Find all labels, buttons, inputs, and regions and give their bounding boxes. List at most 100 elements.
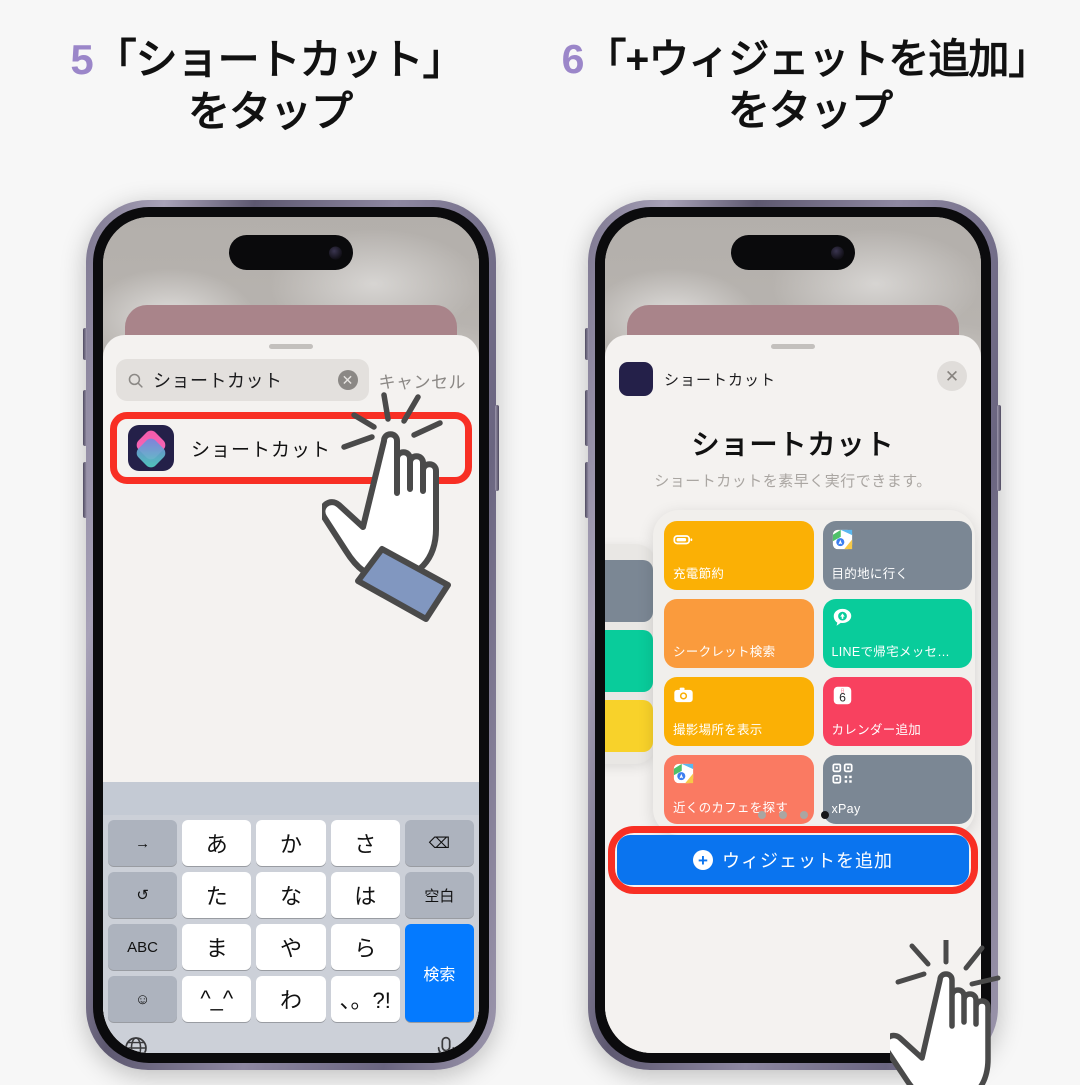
cancel-button[interactable]: キャンセル	[379, 368, 467, 393]
search-sheet: ショートカット ✕ キャンセル ショートカット → ↺ ABC ☺ あ た ま …	[103, 335, 479, 1053]
globe-icon[interactable]	[123, 1035, 149, 1053]
silent-switch-right[interactable]	[585, 328, 589, 360]
volume-up-button[interactable]	[83, 390, 87, 446]
search-result-label: ショートカット	[191, 439, 332, 461]
search-icon	[128, 373, 143, 388]
key-ka[interactable]: か	[256, 820, 326, 866]
widget-tile[interactable]: シークレット検索	[664, 599, 814, 668]
page-dot-active[interactable]	[820, 811, 829, 819]
key-emoji[interactable]: ☺	[108, 976, 178, 1022]
phone-mockup-right: ショートカット ✕ ショートカット ショートカットを素早く実行できます。 充電節…	[585, 200, 1001, 1070]
page-dot[interactable]	[757, 811, 766, 819]
page-indicator	[605, 811, 981, 819]
shortcuts-app-icon-small	[619, 362, 653, 396]
search-input-value: ショートカット	[153, 371, 283, 391]
key-delete[interactable]: ⌫	[404, 820, 475, 866]
widget-tile[interactable]: 6 日 カレンダー追加	[822, 677, 972, 746]
keyboard-bottom-bar	[103, 1022, 479, 1053]
key-ma[interactable]: ま	[182, 924, 252, 970]
clear-search-icon[interactable]: ✕	[337, 370, 358, 390]
key-ra[interactable]: ら	[330, 924, 400, 970]
key-a[interactable]: あ	[182, 820, 252, 866]
plus-circle-icon: +	[693, 850, 713, 870]
widget-tile-label: LINEで帰宅メッセ…	[831, 645, 951, 659]
widget-preview-card[interactable]: 充電節約 シークレット検索 撮影場所を表示 近くのカフェを探す 目的地に行く L…	[653, 510, 975, 835]
svg-text:日: 日	[840, 688, 844, 693]
widget-tile-label: 充電節約	[673, 567, 725, 581]
key-kaomoji[interactable]: ^_^	[182, 976, 252, 1022]
add-widget-area: + ウィジェットを追加	[608, 826, 978, 894]
step-6-header: 6「+ウィジェットを追加」 をタップ	[540, 36, 1080, 140]
camera-icon	[674, 687, 693, 703]
step-5-number: 5	[70, 36, 93, 83]
widget-subtitle: ショートカットを素早く実行できます。	[654, 473, 932, 490]
widget-tile[interactable]: LINEで帰宅メッセ…	[822, 599, 972, 668]
widget-tile[interactable]: 目的地に行く	[822, 521, 972, 590]
keyboard-col-2: か な や わ	[256, 820, 326, 1022]
maps-icon	[832, 529, 852, 550]
key-na[interactable]: な	[256, 872, 326, 918]
step-6-line2: をタップ	[727, 87, 893, 135]
silent-switch[interactable]	[83, 328, 87, 360]
keyboard-keys: → ↺ ABC ☺ あ た ま ^_^ か な や わ さ は ら 、。?! ⌫…	[103, 815, 479, 1022]
empty-results-area	[103, 605, 479, 782]
widget-tile-label: 撮影場所を表示	[673, 723, 763, 737]
phone-bezel-left: ショートカット ✕ キャンセル ショートカット → ↺ ABC ☺ あ た ま …	[93, 207, 489, 1063]
mic-icon[interactable]	[433, 1035, 459, 1053]
power-button[interactable]	[495, 405, 499, 491]
step-6-number: 6	[561, 36, 585, 82]
line-icon	[833, 608, 851, 626]
power-button-right[interactable]	[997, 405, 1001, 491]
previous-widget-preview[interactable]	[605, 544, 657, 764]
phone-bezel-right: ショートカット ✕ ショートカット ショートカットを素早く実行できます。 充電節…	[595, 207, 991, 1063]
key-space[interactable]: 空白	[404, 872, 475, 918]
key-punctuation[interactable]: 、。?!	[330, 976, 400, 1022]
widget-title: ショートカット	[691, 429, 895, 460]
keyboard-col-1: あ た ま ^_^	[182, 820, 252, 1022]
page-dot[interactable]	[799, 811, 808, 819]
search-result-highlight: ショートカット	[110, 412, 472, 484]
widget-tile[interactable]: 充電節約	[664, 521, 814, 590]
maps-icon	[673, 763, 694, 784]
battery-icon	[673, 535, 693, 545]
widget-sheet-app-name: ショートカット	[664, 371, 777, 389]
key-undo[interactable]: ↺	[108, 872, 178, 918]
widget-tile-label: 目的地に行く	[831, 567, 909, 581]
widget-picker-sheet: ショートカット ✕ ショートカット ショートカットを素早く実行できます。 充電節…	[605, 335, 981, 1053]
shortcuts-app-icon	[128, 425, 174, 471]
no-icon	[673, 607, 694, 628]
phone-mockup-left: ショートカット ✕ キャンセル ショートカット → ↺ ABC ☺ あ た ま …	[83, 200, 499, 1070]
dynamic-island-right	[731, 235, 855, 270]
volume-down-button[interactable]	[83, 462, 87, 518]
key-wa[interactable]: わ	[256, 976, 326, 1022]
page-dot[interactable]	[778, 811, 787, 819]
close-icon[interactable]: ✕	[937, 361, 967, 391]
phone-screen-left: ショートカット ✕ キャンセル ショートカット → ↺ ABC ☺ あ た ま …	[103, 217, 479, 1053]
key-ta[interactable]: た	[182, 872, 252, 918]
key-next-candidate[interactable]: →	[108, 820, 178, 866]
keyboard-col-3: さ は ら 、。?!	[330, 820, 400, 1022]
keyboard-col-function: → ↺ ABC ☺	[108, 820, 178, 1022]
dynamic-island-left	[229, 235, 353, 270]
qr-icon	[831, 763, 853, 784]
key-search[interactable]: 検索	[404, 924, 475, 1022]
step-6-line1: 「+ウィジェットを追加」	[585, 36, 1049, 82]
add-widget-button[interactable]: + ウィジェットを追加	[617, 835, 969, 885]
key-abc[interactable]: ABC	[108, 924, 178, 970]
instruction-headers: 5「ショートカット」 をタップ 6「+ウィジェットを追加」 をタップ	[0, 0, 1080, 180]
search-input[interactable]: ショートカット ✕	[116, 359, 369, 401]
key-sa[interactable]: さ	[330, 820, 400, 866]
widget-tile-label: シークレット検索	[673, 645, 776, 659]
widget-tile-label: カレンダー追加	[831, 723, 922, 737]
key-ya[interactable]: や	[256, 924, 326, 970]
search-result-row-shortcuts[interactable]: ショートカット	[110, 412, 472, 484]
calendar-icon: 6 日	[833, 686, 851, 705]
widget-tile-column-left: 充電節約 シークレット検索 撮影場所を表示 近くのカフェを探す	[664, 521, 814, 824]
keyboard-col-action: ⌫ 空白 検索	[404, 820, 475, 1022]
volume-down-button-right[interactable]	[585, 462, 589, 518]
widget-tile-grid: 充電節約 シークレット検索 撮影場所を表示 近くのカフェを探す 目的地に行く L…	[664, 521, 972, 824]
phone-screen-right: ショートカット ✕ ショートカット ショートカットを素早く実行できます。 充電節…	[605, 217, 981, 1053]
volume-up-button-right[interactable]	[585, 390, 589, 446]
key-ha[interactable]: は	[330, 872, 400, 918]
widget-tile[interactable]: 撮影場所を表示	[664, 677, 814, 746]
